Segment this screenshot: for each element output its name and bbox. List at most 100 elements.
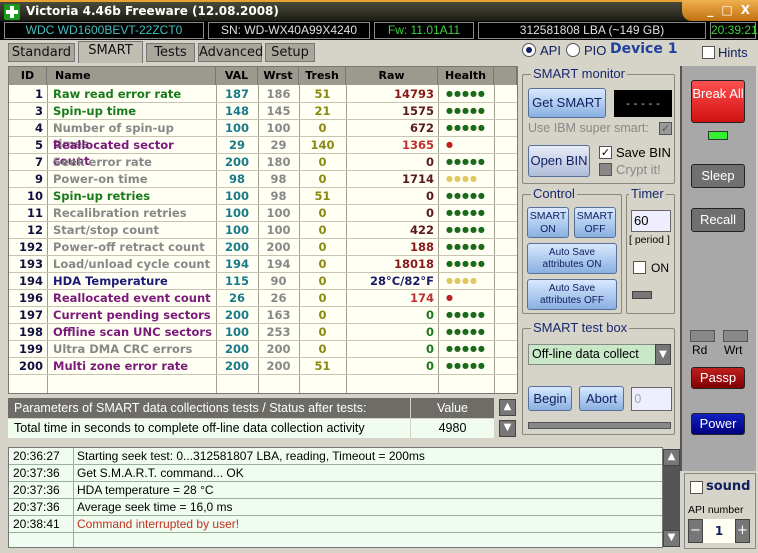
save-bin-checkbox[interactable]: ✓ (599, 146, 612, 159)
col-id[interactable]: ID (9, 67, 47, 85)
wrt-indicator (723, 330, 748, 342)
cell-health: ●●●●● (446, 208, 486, 217)
table-row[interactable]: 4 Number of spin-up times 100 100 0 672 ●●●●● (9, 120, 517, 151)
pio-radio[interactable] (566, 43, 580, 57)
table-row[interactable]: 7 Seek error rate 200 180 0 0 ●●●●● (9, 154, 517, 171)
minimize-button[interactable]: _ (707, 3, 713, 18)
cell-tresh: 0 (318, 223, 327, 237)
passp-button[interactable]: Passp (691, 367, 745, 389)
table-row[interactable]: 197 Current pending sectors 200 163 0 0 ●●●●● (9, 307, 517, 324)
cell-tresh: 51 (314, 87, 331, 101)
api-increment-button[interactable]: + (735, 519, 750, 543)
smart-test-box-group: SMART test box Off-line data collect ▼ B… (522, 320, 675, 435)
recall-button[interactable]: Recall (691, 208, 745, 232)
table-row[interactable]: 10 Spin-up retries 100 98 51 0 ●●●●● (9, 188, 517, 205)
params-row-label[interactable]: Total time in seconds to complete off-li… (8, 419, 410, 438)
col-health[interactable]: Health (438, 67, 494, 85)
cell-id: 200 (18, 359, 43, 373)
api-decrement-button[interactable]: − (688, 519, 703, 543)
cell-wrst: 180 (266, 155, 291, 169)
hints-checkbox[interactable] (702, 46, 715, 59)
table-row[interactable]: 198 Offline scan UNC sectors 100 253 0 0 ●●●●● (9, 324, 517, 341)
cell-wrst: 98 (270, 172, 287, 186)
log-message: Get S.M.A.R.T. command... OK (77, 466, 244, 480)
cell-tresh: 0 (318, 342, 327, 356)
event-log: 20:36:27 Starting seek test: 0...31258180… (8, 447, 663, 548)
col-name[interactable]: Name (47, 67, 216, 85)
table-row[interactable]: 1 Raw read error rate 187 186 51 14793 ●●●●● (9, 86, 517, 103)
col-tresh[interactable]: Tresh (299, 67, 346, 85)
tab-standard[interactable]: Standard (8, 43, 75, 62)
sleep-button[interactable]: Sleep (691, 164, 745, 188)
device-label[interactable]: Device 1 (610, 41, 677, 57)
api-number-value[interactable]: 1 (703, 519, 735, 543)
abort-button[interactable]: Abort (579, 386, 624, 411)
log-entry: 20:37:36 HDA temperature = 28 °C (9, 482, 662, 499)
auto-save-off-button[interactable]: Auto Save attributes OFF (527, 279, 617, 310)
cell-tresh: 51 (314, 359, 331, 373)
cell-name: Power-off retract count (53, 240, 205, 254)
chevron-down-icon[interactable]: ▼ (655, 344, 671, 365)
log-scroll-down-icon[interactable]: ▼ (663, 530, 680, 547)
table-row[interactable]: 12 Start/stop count 100 100 0 422 ●●●●● (9, 222, 517, 239)
timer-on-checkbox[interactable] (633, 261, 646, 274)
clock: 20:39:21 (710, 22, 758, 39)
cell-name: Reallocated sector count (53, 138, 174, 168)
break-all-button[interactable]: Break All (691, 80, 745, 123)
timer-on-label: ON (651, 261, 669, 275)
col-raw[interactable]: Raw (346, 67, 438, 85)
cell-tresh: 21 (314, 104, 331, 118)
smart-off-button[interactable]: SMART OFF (574, 207, 616, 238)
col-val[interactable]: VAL (216, 67, 258, 85)
crypt-label: Crypt it! (616, 162, 661, 177)
cell-wrst: 29 (270, 138, 287, 152)
smart-on-button[interactable]: SMART ON (527, 207, 569, 238)
cell-name: Reallocated event count (53, 291, 211, 305)
log-entry: 20:37:36 Average seek time = 16,0 ms (9, 499, 662, 516)
get-smart-button[interactable]: Get SMART (528, 88, 606, 118)
title-bar: Victoria 4.46b Freeware (12.08.2008) (0, 0, 758, 21)
table-row[interactable]: 192 Power-off retract count 200 200 0 188 ●●●●… (9, 239, 517, 256)
open-bin-button[interactable]: Open BIN (528, 145, 590, 177)
power-button[interactable]: Power (691, 413, 745, 435)
table-row[interactable]: 196 Reallocated event count 26 26 0 174 ● (9, 290, 517, 307)
timer-input[interactable]: 60 (631, 210, 671, 232)
col-wrst[interactable]: Wrst (258, 67, 299, 85)
log-scrollbar-track[interactable] (663, 466, 680, 530)
table-row[interactable]: 199 Ultra DMA CRC errors 200 200 0 0 ●●●●● (9, 341, 517, 358)
params-scroll-down-icon[interactable]: ▼ (499, 420, 516, 437)
table-row[interactable]: 194 HDA Temperature 115 90 0 28°C/82°F ●●●● (9, 273, 517, 290)
tab-tests[interactable]: Tests (146, 43, 195, 62)
close-button[interactable]: X (741, 3, 750, 18)
cell-raw: 1714 (401, 172, 434, 186)
cell-wrst: 100 (266, 223, 291, 237)
table-row[interactable]: 200 Multi zone error rate 200 200 51 0 ●●●●● (9, 358, 517, 375)
tab-setup[interactable]: Setup (265, 43, 315, 62)
table-row[interactable]: 9 Power-on time 98 98 0 1714 ●●●● (9, 171, 517, 188)
ibm-super-smart-checkbox[interactable]: ✓ (659, 122, 672, 135)
crypt-checkbox[interactable] (599, 163, 612, 176)
cell-name: Multi zone error rate (53, 359, 189, 373)
cell-name: Ultra DMA CRC errors (53, 342, 193, 356)
table-row[interactable]: 193 Load/unload cycle count 194 194 0 18018 ●●… (9, 256, 517, 273)
test-type-select[interactable]: Off-line data collect (528, 344, 656, 365)
tab-smart[interactable]: SMART (78, 41, 143, 63)
cell-id: 199 (18, 342, 43, 356)
begin-button[interactable]: Begin (528, 386, 572, 411)
api-radio[interactable] (522, 43, 536, 57)
auto-save-on-button[interactable]: Auto Save attributes ON (527, 243, 617, 274)
table-row[interactable]: 11 Recalibration retries 100 100 0 0 ●●●●● (9, 205, 517, 222)
test-counter: 0 (631, 387, 672, 411)
sound-checkbox[interactable] (690, 481, 703, 494)
control-legend: Control (531, 186, 577, 201)
params-scroll-up-icon[interactable]: ▲ (499, 399, 516, 416)
log-scroll-up-icon[interactable]: ▲ (663, 449, 680, 466)
cell-val: 100 (224, 121, 249, 135)
tab-advanced[interactable]: Advanced (198, 43, 263, 62)
log-entry: 20:37:36 Get S.M.A.R.T. command... OK (9, 465, 662, 482)
table-row[interactable]: 5 Reallocated sector count 29 29 140 1365 ● (9, 137, 517, 168)
table-row[interactable]: 3 Spin-up time 148 145 21 1575 ●●●●● (9, 103, 517, 120)
test-progress-bar (528, 422, 671, 429)
cell-raw: 422 (409, 223, 434, 237)
maximize-button[interactable]: □ (721, 3, 732, 18)
